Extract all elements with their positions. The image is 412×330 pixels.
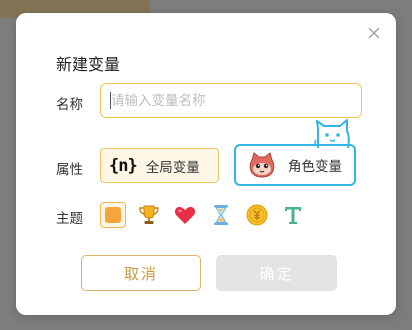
confirm-button[interactable]: 确定 <box>216 255 337 291</box>
attribute-global-option[interactable]: {n} 全局变量 <box>100 148 219 183</box>
theme-option-text[interactable] <box>280 202 306 228</box>
trophy-icon <box>139 205 159 224</box>
theme-option-coin[interactable] <box>244 202 270 228</box>
attribute-role-option[interactable]: 角色变量 <box>234 144 356 186</box>
text-t-icon <box>285 207 301 224</box>
theme-label: 主题 <box>56 211 83 227</box>
theme-options <box>100 202 306 228</box>
cancel-button[interactable]: 取消 <box>81 255 201 291</box>
cat-avatar-icon <box>249 152 275 178</box>
theme-option-trophy[interactable] <box>136 202 162 228</box>
heart-icon <box>174 206 196 224</box>
name-label: 名称 <box>56 97 83 113</box>
dialog-title: 新建变量 <box>56 55 121 74</box>
coin-icon <box>246 204 268 226</box>
theme-option-square[interactable] <box>100 202 126 228</box>
variable-braces-icon: {n} <box>109 155 138 176</box>
orange-square-icon <box>105 207 121 223</box>
text-caret <box>110 92 111 109</box>
close-icon[interactable] <box>366 25 382 41</box>
mascot-cat-icon <box>314 119 350 149</box>
attribute-role-label: 角色变量 <box>288 159 342 175</box>
theme-option-heart[interactable] <box>172 202 198 228</box>
theme-option-hourglass[interactable] <box>208 202 234 228</box>
hourglass-icon <box>214 205 228 225</box>
attribute-global-label: 全局变量 <box>145 159 200 176</box>
variable-name-input[interactable] <box>100 83 362 118</box>
attribute-label: 属性 <box>56 162 83 178</box>
new-variable-dialog: 新建变量 名称 属性 {n} 全局变量 角色变量 主题 <box>16 13 396 315</box>
